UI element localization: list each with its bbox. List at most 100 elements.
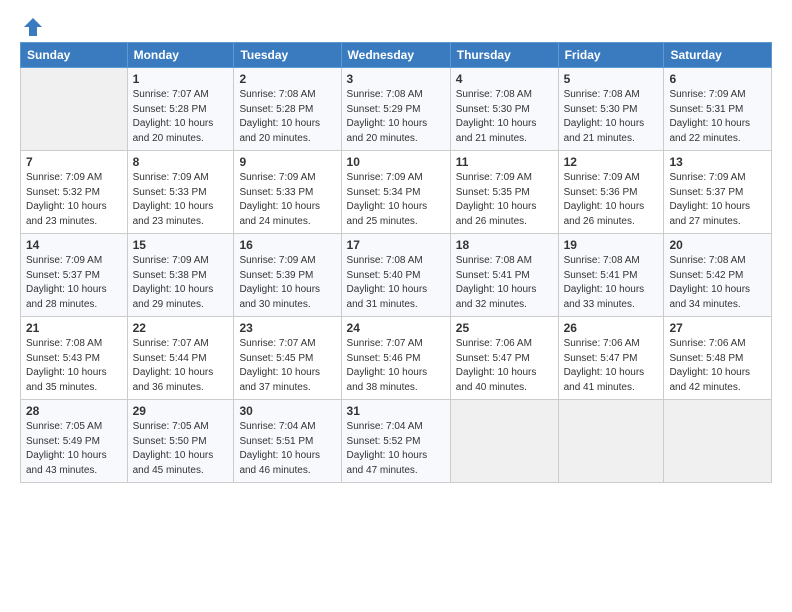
calendar-cell: 26 Sunrise: 7:06 AMSunset: 5:47 PMDayligh… (558, 317, 664, 400)
calendar-cell (558, 400, 664, 483)
day-info: Sunrise: 7:08 AMSunset: 5:30 PMDaylight:… (456, 88, 553, 146)
calendar-cell: 2 Sunrise: 7:08 AMSunset: 5:28 PMDaylight… (234, 68, 341, 151)
day-number: 25 (456, 321, 553, 335)
day-header-wednesday: Wednesday (341, 43, 450, 68)
day-info: Sunrise: 7:09 AMSunset: 5:36 PMDaylight:… (564, 171, 659, 229)
day-header-sunday: Sunday (21, 43, 128, 68)
calendar-cell: 9 Sunrise: 7:09 AMSunset: 5:33 PMDaylight… (234, 151, 341, 234)
day-number: 3 (347, 72, 445, 86)
day-info: Sunrise: 7:08 AMSunset: 5:43 PMDaylight:… (26, 337, 122, 395)
day-number: 20 (669, 238, 766, 252)
day-number: 2 (239, 72, 335, 86)
day-info: Sunrise: 7:07 AMSunset: 5:44 PMDaylight:… (133, 337, 229, 395)
day-number: 6 (669, 72, 766, 86)
day-number: 23 (239, 321, 335, 335)
day-number: 15 (133, 238, 229, 252)
calendar-cell (450, 400, 558, 483)
calendar-cell: 30 Sunrise: 7:04 AMSunset: 5:51 PMDayligh… (234, 400, 341, 483)
day-info: Sunrise: 7:08 AMSunset: 5:29 PMDaylight:… (347, 88, 445, 146)
header (20, 16, 772, 34)
day-info: Sunrise: 7:08 AMSunset: 5:41 PMDaylight:… (564, 254, 659, 312)
calendar-cell: 28Sunrise: 7:05 AMSunset: 5:49 PMDayligh… (21, 400, 128, 483)
calendar-cell: 11 Sunrise: 7:09 AMSunset: 5:35 PMDayligh… (450, 151, 558, 234)
calendar-cell: 18 Sunrise: 7:08 AMSunset: 5:41 PMDayligh… (450, 234, 558, 317)
calendar-cell: 31 Sunrise: 7:04 AMSunset: 5:52 PMDayligh… (341, 400, 450, 483)
calendar-cell: 17Sunrise: 7:08 AMSunset: 5:40 PMDayligh… (341, 234, 450, 317)
day-number: 27 (669, 321, 766, 335)
week-row-4: 28Sunrise: 7:05 AMSunset: 5:49 PMDayligh… (21, 400, 772, 483)
week-row-1: 7Sunrise: 7:09 AMSunset: 5:32 PMDaylight… (21, 151, 772, 234)
logo-icon (22, 16, 44, 38)
day-number: 18 (456, 238, 553, 252)
day-number: 19 (564, 238, 659, 252)
day-info: Sunrise: 7:07 AMSunset: 5:46 PMDaylight:… (347, 337, 445, 395)
page: SundayMondayTuesdayWednesdayThursdayFrid… (0, 0, 792, 612)
day-number: 5 (564, 72, 659, 86)
day-info: Sunrise: 7:09 AMSunset: 5:38 PMDaylight:… (133, 254, 229, 312)
calendar-cell: 3 Sunrise: 7:08 AMSunset: 5:29 PMDaylight… (341, 68, 450, 151)
day-number: 29 (133, 404, 229, 418)
calendar-cell: 8 Sunrise: 7:09 AMSunset: 5:33 PMDaylight… (127, 151, 234, 234)
calendar-cell: 13 Sunrise: 7:09 AMSunset: 5:37 PMDayligh… (664, 151, 772, 234)
day-number: 31 (347, 404, 445, 418)
day-info: Sunrise: 7:05 AMSunset: 5:49 PMDaylight:… (26, 420, 122, 478)
day-header-thursday: Thursday (450, 43, 558, 68)
calendar-cell: 20 Sunrise: 7:08 AMSunset: 5:42 PMDayligh… (664, 234, 772, 317)
day-number: 26 (564, 321, 659, 335)
week-row-2: 14 Sunrise: 7:09 AMSunset: 5:37 PMDayligh… (21, 234, 772, 317)
day-number: 30 (239, 404, 335, 418)
calendar-cell: 6 Sunrise: 7:09 AMSunset: 5:31 PMDaylight… (664, 68, 772, 151)
day-info: Sunrise: 7:09 AMSunset: 5:32 PMDaylight:… (26, 171, 122, 229)
day-info: Sunrise: 7:06 AMSunset: 5:47 PMDaylight:… (564, 337, 659, 395)
day-header-friday: Friday (558, 43, 664, 68)
calendar-cell (21, 68, 128, 151)
calendar-cell: 23 Sunrise: 7:07 AMSunset: 5:45 PMDayligh… (234, 317, 341, 400)
day-number: 8 (133, 155, 229, 169)
day-number: 17 (347, 238, 445, 252)
day-number: 9 (239, 155, 335, 169)
day-number: 13 (669, 155, 766, 169)
logo (20, 16, 44, 34)
day-info: Sunrise: 7:09 AMSunset: 5:33 PMDaylight:… (239, 171, 335, 229)
calendar-cell: 25 Sunrise: 7:06 AMSunset: 5:47 PMDayligh… (450, 317, 558, 400)
day-info: Sunrise: 7:08 AMSunset: 5:28 PMDaylight:… (239, 88, 335, 146)
day-info: Sunrise: 7:04 AMSunset: 5:52 PMDaylight:… (347, 420, 445, 478)
day-info: Sunrise: 7:05 AMSunset: 5:50 PMDaylight:… (133, 420, 229, 478)
calendar-cell: 21Sunrise: 7:08 AMSunset: 5:43 PMDayligh… (21, 317, 128, 400)
day-number: 22 (133, 321, 229, 335)
week-row-3: 21Sunrise: 7:08 AMSunset: 5:43 PMDayligh… (21, 317, 772, 400)
calendar-cell: 15 Sunrise: 7:09 AMSunset: 5:38 PMDayligh… (127, 234, 234, 317)
day-info: Sunrise: 7:08 AMSunset: 5:42 PMDaylight:… (669, 254, 766, 312)
day-info: Sunrise: 7:06 AMSunset: 5:48 PMDaylight:… (669, 337, 766, 395)
day-info: Sunrise: 7:04 AMSunset: 5:51 PMDaylight:… (239, 420, 335, 478)
calendar-cell: 19 Sunrise: 7:08 AMSunset: 5:41 PMDayligh… (558, 234, 664, 317)
day-header-saturday: Saturday (664, 43, 772, 68)
day-info: Sunrise: 7:09 AMSunset: 5:34 PMDaylight:… (347, 171, 445, 229)
day-info: Sunrise: 7:07 AMSunset: 5:28 PMDaylight:… (133, 88, 229, 146)
day-info: Sunrise: 7:09 AMSunset: 5:39 PMDaylight:… (239, 254, 335, 312)
calendar-cell: 7Sunrise: 7:09 AMSunset: 5:32 PMDaylight… (21, 151, 128, 234)
calendar-cell: 16 Sunrise: 7:09 AMSunset: 5:39 PMDayligh… (234, 234, 341, 317)
day-number: 4 (456, 72, 553, 86)
day-info: Sunrise: 7:09 AMSunset: 5:37 PMDaylight:… (26, 254, 122, 312)
day-info: Sunrise: 7:08 AMSunset: 5:41 PMDaylight:… (456, 254, 553, 312)
day-info: Sunrise: 7:07 AMSunset: 5:45 PMDaylight:… (239, 337, 335, 395)
calendar: SundayMondayTuesdayWednesdayThursdayFrid… (20, 42, 772, 483)
day-number: 11 (456, 155, 553, 169)
day-header-tuesday: Tuesday (234, 43, 341, 68)
day-info: Sunrise: 7:09 AMSunset: 5:35 PMDaylight:… (456, 171, 553, 229)
day-info: Sunrise: 7:09 AMSunset: 5:31 PMDaylight:… (669, 88, 766, 146)
calendar-cell: 14 Sunrise: 7:09 AMSunset: 5:37 PMDayligh… (21, 234, 128, 317)
calendar-cell: 22 Sunrise: 7:07 AMSunset: 5:44 PMDayligh… (127, 317, 234, 400)
day-info: Sunrise: 7:08 AMSunset: 5:30 PMDaylight:… (564, 88, 659, 146)
week-row-0: 1Sunrise: 7:07 AMSunset: 5:28 PMDaylight… (21, 68, 772, 151)
calendar-cell: 27 Sunrise: 7:06 AMSunset: 5:48 PMDayligh… (664, 317, 772, 400)
day-number: 16 (239, 238, 335, 252)
day-number: 14 (26, 238, 122, 252)
day-header-monday: Monday (127, 43, 234, 68)
day-info: Sunrise: 7:09 AMSunset: 5:37 PMDaylight:… (669, 171, 766, 229)
calendar-cell (664, 400, 772, 483)
day-info: Sunrise: 7:09 AMSunset: 5:33 PMDaylight:… (133, 171, 229, 229)
day-info: Sunrise: 7:06 AMSunset: 5:47 PMDaylight:… (456, 337, 553, 395)
day-number: 12 (564, 155, 659, 169)
